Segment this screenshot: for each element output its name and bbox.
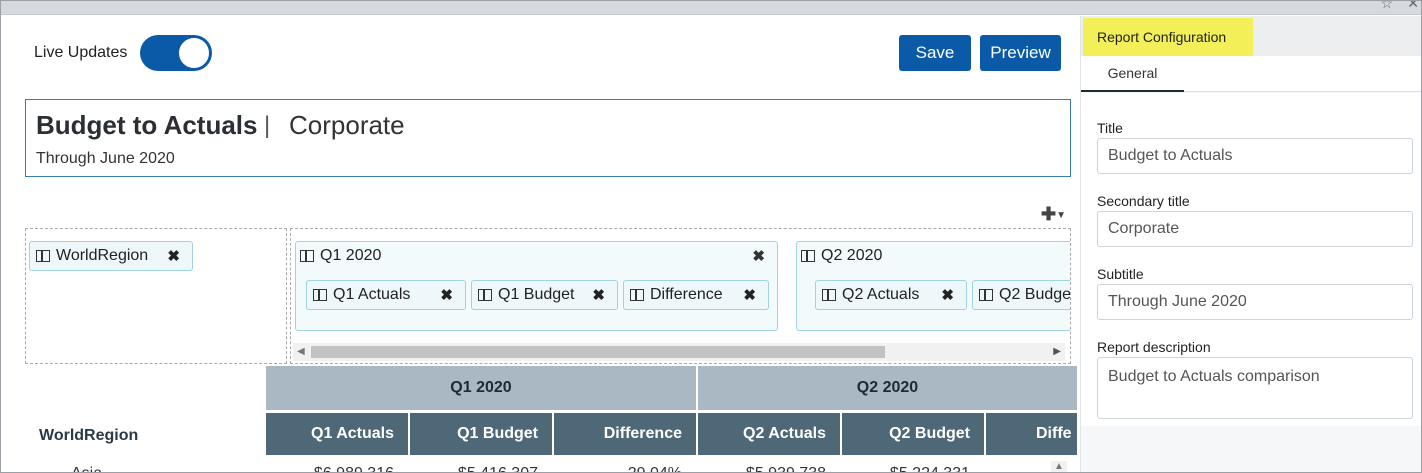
vertical-scrollbar[interactable]: ▲ [1051, 461, 1067, 472]
scroll-up-icon[interactable]: ▲ [1054, 461, 1064, 472]
chip-label: Difference [650, 286, 723, 303]
panel-body: Title Budget to Actuals Secondary title … [1081, 93, 1421, 426]
remove-icon[interactable]: ✖ [743, 286, 756, 304]
toggle-knob [178, 37, 210, 69]
panel-title: Report Configuration [1083, 18, 1253, 56]
table-cell: $5,224,331 [842, 465, 970, 472]
column-header[interactable]: Q1 Budget [410, 413, 554, 455]
table-cell: 29.04% [554, 465, 682, 472]
report-configuration-panel: Report Configuration General Title Budge… [1080, 16, 1421, 472]
subtitle-label: Subtitle [1097, 266, 1144, 282]
tab-general[interactable]: General [1081, 56, 1184, 92]
pin-icon[interactable]: ☆ [1380, 1, 1393, 12]
report-subtitle: Through June 2020 [36, 150, 175, 167]
remove-icon[interactable]: ✖ [752, 247, 765, 265]
top-strip: ☆ ✕ [1, 1, 1421, 15]
column-icon [979, 289, 993, 301]
column-icon [801, 250, 815, 262]
chip-label: Q1 Budget [498, 286, 575, 303]
title-input[interactable]: Budget to Actuals [1097, 138, 1413, 174]
column-group-q1[interactable]: Q1 2020 ✖ Q1 Actuals ✖ Q1 Budget ✖ Diffe… [295, 241, 778, 331]
field-chip[interactable]: Q1 Budget ✖ [471, 280, 618, 310]
table-cell: $5,416,307 [410, 465, 538, 472]
scroll-right-icon[interactable]: ▶ [1053, 346, 1061, 357]
table-cell: $6,989,316 [266, 465, 394, 472]
app-window: ☆ ✕ Live Updates Save Preview Budget to … [0, 0, 1422, 473]
column-header[interactable]: Difference [554, 413, 698, 455]
chip-label: WorldRegion [56, 247, 149, 264]
plus-icon: ✚ [1041, 204, 1057, 224]
report-description-label: Report description [1097, 339, 1211, 355]
column-header[interactable]: Q1 Actuals [266, 413, 410, 455]
field-chip[interactable]: Difference ✖ [623, 280, 769, 310]
column-group-q2[interactable]: Q2 2020 Q2 Actuals ✖ Q2 Budge [796, 241, 1071, 331]
row-drop-zone[interactable]: WorldRegion ✖ [25, 228, 287, 364]
remove-icon[interactable]: ✖ [167, 247, 180, 265]
title-separator: | [264, 112, 271, 139]
report-description-textarea[interactable]: Budget to Actuals comparison [1097, 357, 1413, 419]
column-icon [313, 289, 327, 301]
field-chip[interactable]: Q2 Actuals ✖ [815, 280, 967, 310]
remove-icon[interactable]: ✖ [941, 286, 954, 304]
row-header-worldregion[interactable]: WorldRegion [39, 427, 138, 445]
field-chip[interactable]: Q1 Actuals ✖ [306, 280, 466, 310]
panel-header: Report Configuration [1081, 16, 1421, 56]
panel-tabs: General [1081, 56, 1421, 92]
horizontal-scrollbar[interactable]: ◀ ▶ [293, 343, 1065, 361]
column-icon [630, 289, 644, 301]
preview-button[interactable]: Preview [980, 35, 1061, 71]
scroll-left-icon[interactable]: ◀ [297, 346, 305, 357]
group-label: Q2 2020 [821, 247, 883, 264]
column-header[interactable]: Diffe [986, 413, 1079, 455]
report-secondary-title: Corporate [289, 110, 405, 140]
field-chip[interactable]: Q2 Budge [972, 280, 1071, 310]
column-icon [300, 250, 314, 262]
report-title: Budget to Actuals [36, 110, 258, 140]
group-label: Q1 2020 [320, 247, 382, 264]
column-icon [822, 289, 836, 301]
chevron-down-icon: ▼ [1056, 209, 1066, 221]
title-label: Title [1097, 120, 1123, 136]
column-icon [478, 289, 492, 301]
scroll-thumb[interactable] [311, 346, 885, 358]
column-header[interactable]: Q2 Budget [842, 413, 986, 455]
report-title-box[interactable]: Budget to Actuals | Corporate Through Ju… [25, 99, 1071, 177]
column-icon [36, 250, 50, 262]
add-dropdown-button[interactable]: ✚▼ [1041, 204, 1066, 225]
save-button[interactable]: Save [899, 35, 971, 71]
subtitle-input[interactable]: Through June 2020 [1097, 284, 1413, 320]
column-header[interactable]: Q2 Actuals [698, 413, 842, 455]
secondary-title-label: Secondary title [1097, 193, 1190, 209]
remove-icon[interactable]: ✖ [592, 286, 605, 304]
remove-icon[interactable]: ✖ [440, 286, 453, 304]
report-canvas: Live Updates Save Preview Budget to Actu… [1, 16, 1079, 472]
secondary-title-input[interactable]: Corporate [1097, 211, 1413, 247]
chip-label: Q2 Budge [999, 286, 1071, 303]
quarter-header-q2: Q2 2020 [698, 366, 1079, 410]
table-cell: $5,939,738 [698, 465, 826, 472]
chip-label: Q2 Actuals [842, 286, 920, 303]
row-chip-worldregion[interactable]: WorldRegion ✖ [29, 241, 193, 271]
close-icon[interactable]: ✕ [1407, 1, 1419, 12]
chip-label: Q1 Actuals [333, 286, 411, 303]
quarter-header-q1: Q1 2020 [266, 366, 698, 410]
live-updates-label: Live Updates [34, 44, 128, 61]
live-updates-toggle[interactable] [140, 35, 212, 71]
row-region: Asia [71, 465, 102, 472]
